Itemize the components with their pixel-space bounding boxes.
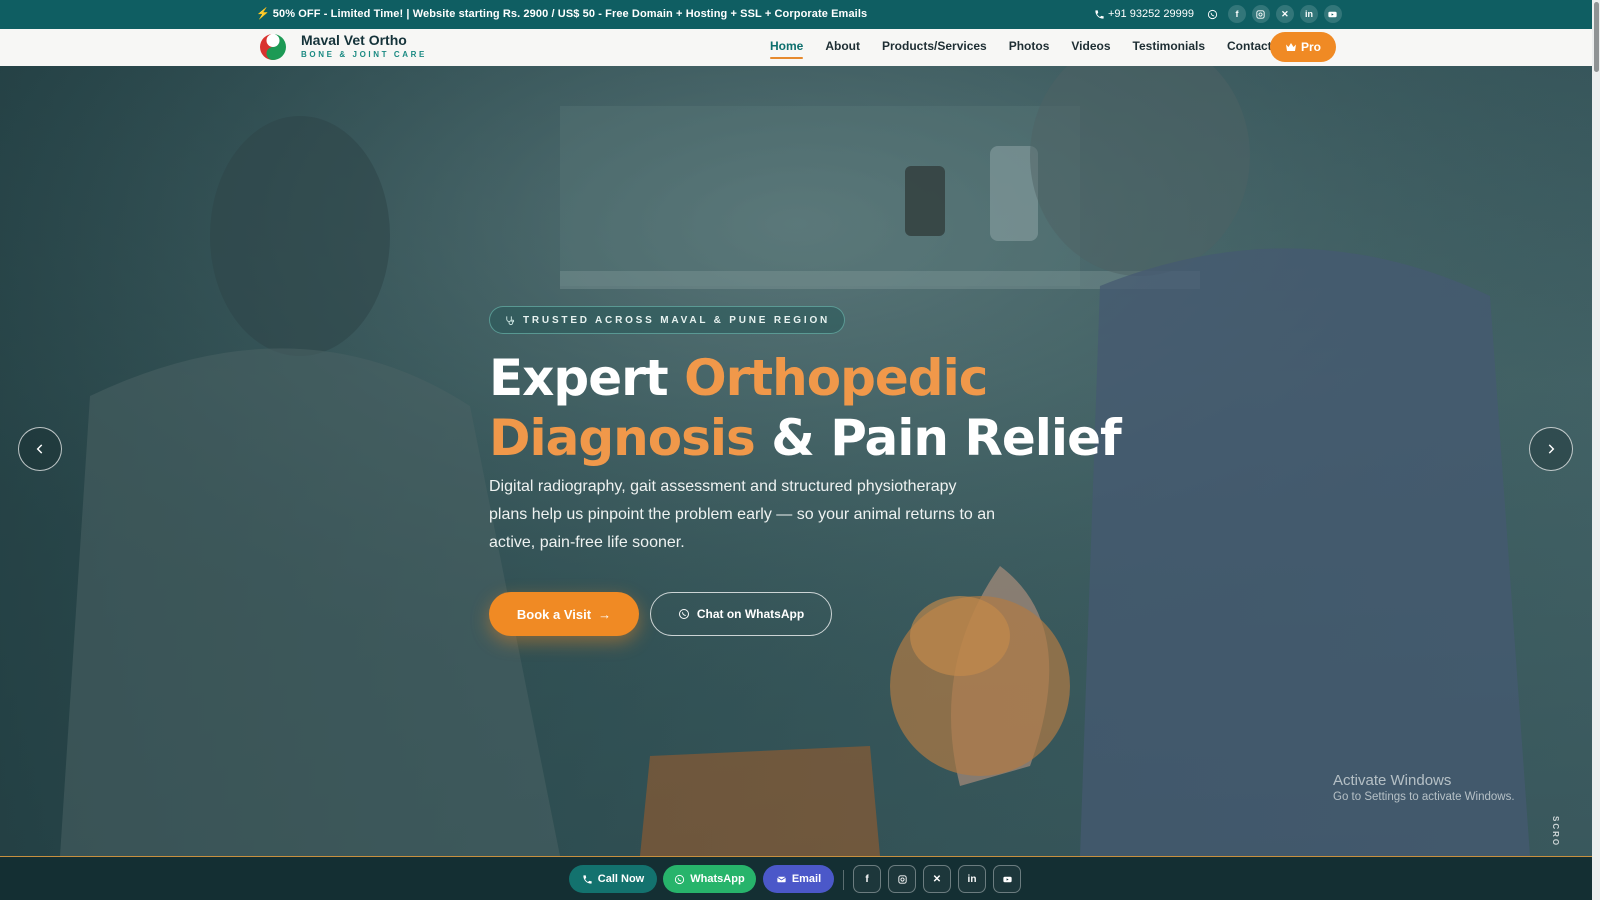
phone-icon: [1095, 9, 1104, 19]
call-now-button[interactable]: Call Now: [569, 865, 657, 893]
linkedin-icon[interactable]: in: [1299, 5, 1318, 23]
page-scrollbar[interactable]: [1592, 0, 1600, 900]
youtube-icon[interactable]: [993, 865, 1021, 893]
nav-item-videos[interactable]: Videos: [1060, 39, 1121, 53]
chevron-right-icon: [1548, 444, 1555, 454]
nav-item-products-services[interactable]: Products/Services: [871, 39, 998, 53]
bolt-icon: ⚡: [256, 8, 270, 20]
email-button[interactable]: Email: [763, 865, 834, 893]
whatsapp-icon: [678, 609, 689, 619]
phone-link[interactable]: +91 93252 29999: [1094, 8, 1194, 20]
whatsapp-button[interactable]: WhatsApp: [663, 865, 756, 893]
windows-activation-watermark: Activate Windows Go to Settings to activ…: [1333, 772, 1515, 803]
nav-item-home[interactable]: Home: [759, 39, 814, 59]
whatsapp-label: WhatsApp: [690, 873, 745, 885]
instagram-icon[interactable]: [888, 865, 916, 893]
phone-icon: [583, 874, 592, 884]
main-nav: Maval Vet Ortho BONE & JOINT CARE Home A…: [0, 29, 1592, 66]
nav-item-testimonials[interactable]: Testimonials: [1122, 39, 1216, 53]
x-icon[interactable]: ✕: [923, 865, 951, 893]
topbar-contacts: +91 93252 29999 f ✕ in: [1094, 5, 1342, 23]
hero-headline: Expert Orthopedic Diagnosis & Pain Relie…: [489, 348, 1122, 468]
instagram-icon[interactable]: [1251, 5, 1270, 23]
crown-icon: [1285, 43, 1296, 51]
headline-part-3: Diagnosis: [489, 409, 756, 467]
sticky-contact-bar: Call Now WhatsApp Email f ✕ in: [0, 856, 1592, 900]
scroll-indicator[interactable]: SCRO: [1551, 816, 1560, 847]
call-now-label: Call Now: [597, 873, 645, 885]
arrow-right-icon: →: [598, 606, 612, 622]
facebook-icon[interactable]: f: [1227, 5, 1246, 23]
youtube-icon[interactable]: [1323, 5, 1342, 23]
chevron-left-icon: [36, 444, 43, 454]
watermark-title: Activate Windows: [1333, 772, 1452, 789]
chat-whatsapp-button[interactable]: Chat on WhatsApp: [650, 592, 832, 636]
headline-part-1: Expert: [489, 349, 685, 407]
trust-badge: TRUSTED ACROSS MAVAL & PUNE REGION: [489, 306, 846, 334]
headline-part-2: Orthopedic: [684, 349, 988, 407]
stethoscope-icon: [506, 315, 515, 325]
nav-item-photos[interactable]: Photos: [998, 39, 1061, 53]
brand-tagline: BONE & JOINT CARE: [301, 50, 427, 59]
slider-next-button[interactable]: [1529, 427, 1573, 471]
mail-icon: [776, 876, 786, 882]
slider-prev-button[interactable]: [18, 427, 62, 471]
chat-whatsapp-label: Chat on WhatsApp: [696, 607, 805, 621]
brand-logo[interactable]: [259, 33, 287, 61]
pro-button[interactable]: Pro: [1270, 32, 1336, 62]
x-icon[interactable]: ✕: [1275, 5, 1294, 23]
book-visit-label: Book a Visit: [516, 606, 592, 622]
brand-name: Maval Vet Ortho: [301, 32, 407, 48]
whatsapp-icon[interactable]: [1204, 5, 1222, 23]
trust-badge-text: TRUSTED ACROSS MAVAL & PUNE REGION: [523, 314, 831, 326]
watermark-subtitle: Go to Settings to activate Windows.: [1333, 791, 1515, 803]
promo-bar: ⚡ 50% OFF - Limited Time! | Website star…: [0, 0, 1600, 29]
promo-text-wrap: ⚡ 50% OFF - Limited Time! | Website star…: [256, 7, 868, 21]
phone-number: +91 93252 29999: [1108, 8, 1194, 20]
email-label: Email: [791, 873, 822, 885]
headline-part-4: & Pain Relief: [754, 409, 1122, 467]
book-visit-button[interactable]: Book a Visit →: [489, 592, 639, 636]
nav-menu: Home About Products/Services Photos Vide…: [759, 39, 1283, 59]
hero-subtitle: Digital radiography, gait assessment and…: [489, 478, 996, 551]
pro-label: Pro: [1300, 40, 1321, 54]
whatsapp-icon: [675, 874, 685, 884]
hero-section: TRUSTED ACROSS MAVAL & PUNE REGION Exper…: [0, 66, 1592, 856]
divider: [843, 870, 844, 890]
logo-mark-icon: [260, 34, 286, 60]
promo-text: 50% OFF - Limited Time! | Website starti…: [272, 7, 868, 20]
facebook-icon[interactable]: f: [853, 865, 881, 893]
brand[interactable]: Maval Vet Ortho BONE & JOINT CARE: [301, 32, 427, 59]
nav-item-about[interactable]: About: [814, 39, 871, 53]
scrollbar-thumb[interactable]: [1594, 2, 1599, 72]
linkedin-icon[interactable]: in: [958, 865, 986, 893]
